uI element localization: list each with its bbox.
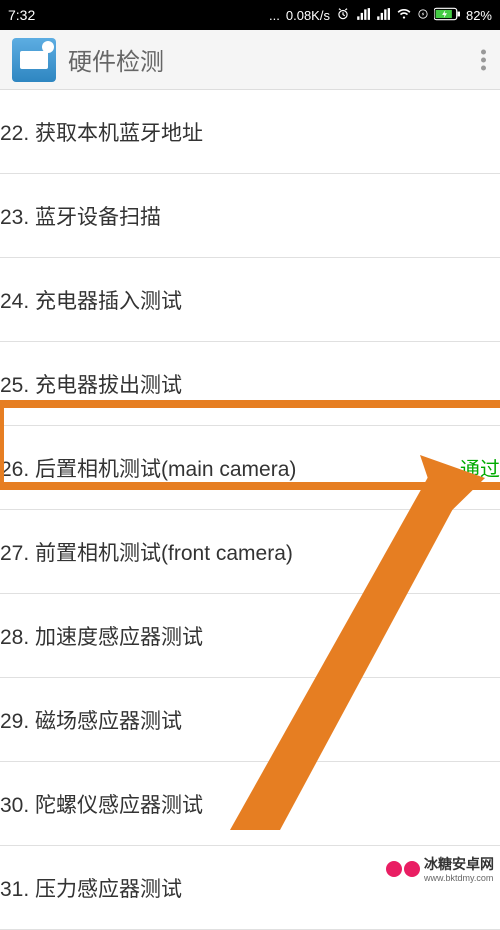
list-item-label: 25. 充电器拔出测试 [0, 369, 500, 399]
list-item-label: 22. 获取本机蓝牙地址 [0, 117, 500, 147]
page-title: 硬件检测 [68, 42, 164, 77]
status-time: 7:32 [8, 7, 35, 23]
watermark: 冰糖安卓网 www.bktdmy.com [386, 854, 494, 883]
list-item-label: 26. 后置相机测试(main camera) [0, 453, 460, 483]
status-left: 7:32 [8, 7, 35, 23]
list-item-label: 30. 陀螺仪感应器测试 [0, 789, 500, 819]
list-item-status: 通过 [460, 453, 500, 482]
signal-icon-2 [376, 7, 390, 24]
list-item[interactable]: 24. 充电器插入测试 [0, 258, 500, 342]
title-bar: 硬件检测 [0, 30, 500, 90]
charging-icon [418, 7, 428, 24]
list-item[interactable]: 25. 充电器拔出测试 [0, 342, 500, 426]
status-battery: 82% [466, 8, 492, 23]
list-item[interactable]: 30. 陀螺仪感应器测试 [0, 762, 500, 846]
list-item[interactable]: 28. 加速度感应器测试 [0, 594, 500, 678]
list-item-label: 28. 加速度感应器测试 [0, 621, 500, 651]
list-item-label: 29. 磁场感应器测试 [0, 705, 500, 735]
overflow-menu-icon[interactable] [481, 49, 486, 70]
status-dots: ... [269, 8, 280, 23]
list-item[interactable]: 29. 磁场感应器测试 [0, 678, 500, 762]
watermark-name: 冰糖安卓网 [424, 856, 494, 872]
status-right: ... 0.08K/s 82% [269, 7, 492, 24]
watermark-icon [386, 859, 420, 879]
list-item-label: 23. 蓝牙设备扫描 [0, 201, 500, 231]
test-list: 22. 获取本机蓝牙地址 23. 蓝牙设备扫描 24. 充电器插入测试 25. … [0, 90, 500, 930]
list-item-label: 24. 充电器插入测试 [0, 285, 500, 315]
list-item[interactable]: 26. 后置相机测试(main camera) 通过 [0, 426, 500, 510]
app-icon [12, 38, 56, 82]
list-item[interactable]: 23. 蓝牙设备扫描 [0, 174, 500, 258]
watermark-url: www.bktdmy.com [424, 874, 494, 883]
list-item[interactable]: 22. 获取本机蓝牙地址 [0, 90, 500, 174]
signal-icon-1 [356, 7, 370, 24]
alarm-icon [336, 7, 350, 24]
list-item[interactable]: 27. 前置相机测试(front camera) [0, 510, 500, 594]
status-bar: 7:32 ... 0.08K/s 82% [0, 0, 500, 30]
status-netspeed: 0.08K/s [286, 8, 330, 23]
battery-icon [434, 7, 460, 24]
list-item-label: 27. 前置相机测试(front camera) [0, 537, 500, 567]
wifi-icon [396, 7, 412, 24]
